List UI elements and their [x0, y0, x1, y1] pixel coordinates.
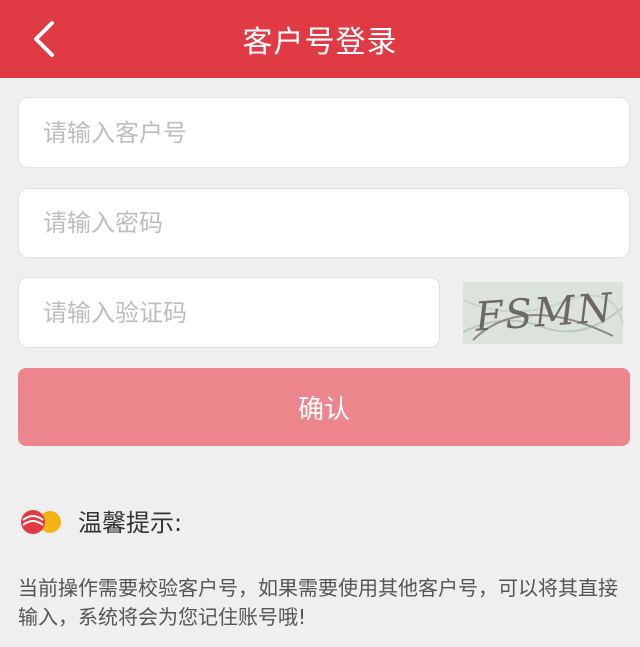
password-field[interactable]	[18, 188, 630, 258]
chevron-left-icon	[34, 21, 54, 57]
confirm-button[interactable]: 确认	[18, 368, 630, 446]
customer-number-input[interactable]	[43, 98, 629, 167]
tip-title: 温馨提示:	[78, 509, 183, 537]
captcha-image[interactable]: FSMN	[463, 282, 623, 344]
captcha-field[interactable]	[18, 277, 440, 348]
password-input[interactable]	[43, 189, 629, 257]
captcha-text: FSMN	[473, 285, 616, 341]
back-button[interactable]	[18, 14, 68, 64]
tip-text: 当前操作需要校验客户号，如果需要使用其他客户号，可以将其直接输入，系统将会为您记…	[18, 576, 618, 629]
top-bar: 客户号登录	[0, 0, 640, 78]
captcha-input[interactable]	[43, 278, 439, 347]
customer-number-field[interactable]	[18, 97, 630, 168]
tip-icon	[18, 507, 64, 537]
page-title: 客户号登录	[242, 25, 398, 60]
